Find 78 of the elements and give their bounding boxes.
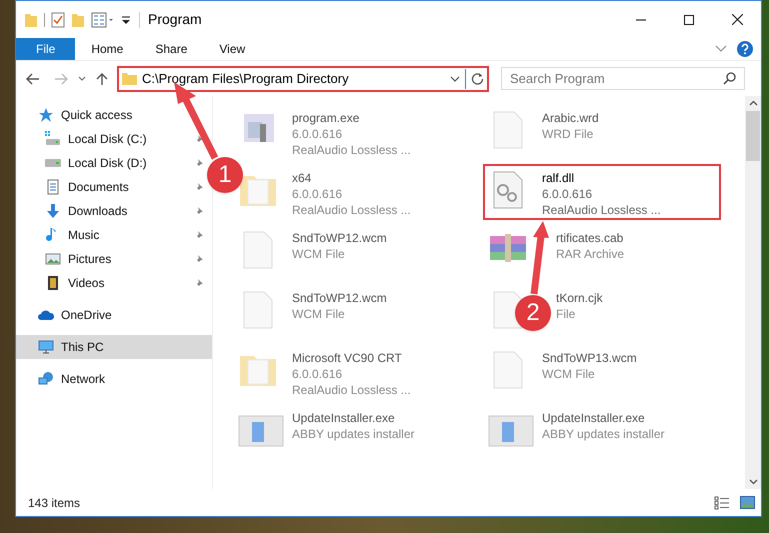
window-title: Program: [148, 10, 202, 29]
ribbon-tab[interactable]: Share: [139, 38, 204, 60]
file-detail: WCM File: [542, 366, 596, 382]
file-detail: WRD File: [542, 126, 594, 142]
layout-dropdown-icon[interactable]: [91, 12, 115, 28]
sidebar-item[interactable]: Videos: [68, 274, 104, 292]
file-detail: RealAudio Lossless ...: [292, 382, 411, 398]
file-name[interactable]: program.exe: [292, 110, 411, 126]
file-name[interactable]: Arabic.wrd: [542, 110, 599, 126]
address-path: C:\Program Files\Program Directory: [142, 70, 349, 88]
file-detail: ABBY updates installer: [292, 426, 415, 442]
properties-icon[interactable]: [51, 12, 65, 28]
expand-ribbon-icon[interactable]: [715, 45, 727, 53]
file-name[interactable]: SndToWP13.wcm: [542, 350, 637, 366]
large-icons-view-icon[interactable]: [740, 496, 755, 509]
file-detail: File: [556, 306, 576, 322]
file-name[interactable]: SndToWP12.wcm: [292, 290, 387, 306]
file-detail: ABBY updates installer: [542, 426, 665, 442]
close-icon: [732, 14, 742, 25]
file-detail: WCM File: [292, 246, 346, 262]
sidebar-item[interactable]: Downloads: [68, 202, 128, 220]
file-detail: RealAudio Lossless ...: [292, 202, 411, 218]
back-arrow-icon[interactable]: [26, 72, 40, 84]
details-view-icon[interactable]: [714, 496, 730, 510]
sidebar-item[interactable]: Local Disk (C:): [68, 130, 147, 148]
file-detail: 6.0.0.616: [292, 126, 344, 142]
file-name[interactable]: SndToWP12.wcm: [292, 230, 387, 246]
file-detail: RealAudio Lossless ...: [292, 142, 411, 158]
sidebar-item[interactable]: Documents: [68, 178, 129, 196]
sidebar-item[interactable]: Quick access: [61, 106, 132, 124]
download-icon: [45, 203, 61, 219]
file-detail: RealAudio Lossless ...: [542, 202, 661, 218]
address-field[interactable]: C:\Program Files\Program Directory: [117, 66, 489, 92]
scroll-down-icon[interactable]: [748, 479, 758, 485]
file-detail: 6.0.0.616: [292, 366, 344, 382]
file-name[interactable]: tKorn.cjk: [556, 290, 603, 306]
disk-windows-icon: [45, 131, 61, 147]
item-count: 143 items: [28, 494, 80, 512]
video-icon: [45, 275, 61, 291]
scroll-up-icon[interactable]: [748, 100, 758, 106]
pc-icon: [38, 339, 54, 355]
forward-arrow-icon[interactable]: [54, 72, 68, 84]
file-detail: WCM File: [292, 306, 346, 322]
file-name[interactable]: ralf.dll: [542, 170, 661, 186]
sidebar-item[interactable]: OneDrive: [61, 306, 112, 324]
dropdown-caret-icon[interactable]: [450, 76, 460, 82]
sidebar-item[interactable]: This PC: [16, 335, 212, 359]
file-name[interactable]: x64: [292, 170, 411, 186]
search-icon: [723, 72, 736, 85]
sidebar-item[interactable]: Local Disk (D:): [68, 154, 147, 172]
file-detail: 6.0.0.616: [542, 186, 594, 202]
file-name[interactable]: Microsoft VC90 CRT: [292, 350, 411, 366]
sidebar-item[interactable]: Pictures: [68, 250, 112, 268]
help-icon[interactable]: [737, 41, 753, 57]
network-icon: [38, 371, 54, 387]
file-name[interactable]: UpdateInstaller.exe: [542, 410, 665, 426]
file-item[interactable]: ralf.dll 6.0.0.616 RealAudio Lossless ...: [483, 164, 721, 220]
folder-icon: [122, 72, 137, 85]
sidebar-item[interactable]: Network: [61, 370, 106, 388]
document-icon: [45, 179, 61, 195]
ribbon-tab[interactable]: File: [16, 38, 76, 60]
sidebar-item[interactable]: Music: [68, 226, 100, 244]
up-arrow-icon[interactable]: [96, 72, 108, 86]
maximize-icon: [684, 14, 694, 24]
file-detail: RAR Archive: [556, 246, 624, 262]
scrollbar[interactable]: [745, 96, 761, 489]
file-detail: 6.0.0.616: [292, 186, 344, 202]
picture-icon: [45, 251, 61, 267]
refresh-icon[interactable]: [471, 72, 484, 85]
ribbon-tab[interactable]: Home: [75, 38, 140, 60]
file-name[interactable]: rtificates.cab: [556, 230, 624, 246]
file-name[interactable]: UpdateInstaller.exe: [292, 410, 415, 426]
star-icon: [38, 107, 54, 123]
search-field[interactable]: Search Program: [501, 67, 745, 90]
search-placeholder: Search Program: [510, 70, 605, 88]
ribbon-tab[interactable]: View: [203, 38, 262, 60]
scroll-thumb[interactable]: [746, 111, 760, 161]
recent-locations-icon[interactable]: [78, 76, 86, 82]
